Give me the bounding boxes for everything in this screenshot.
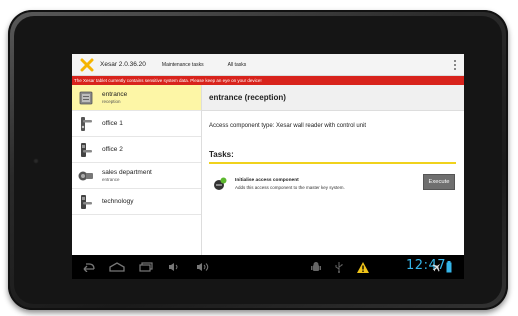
battery-icon: [446, 260, 452, 274]
component-type-text: Access component type: Xesar wall reader…: [209, 123, 367, 129]
item-label: sales department: [102, 169, 152, 176]
warning-icon: [356, 260, 370, 274]
app-title: Xesar 2.0.36.20: [100, 61, 146, 68]
item-label: technology: [102, 198, 134, 205]
system-navigation-bar: 12:47: [72, 255, 464, 279]
item-sublabel: reception: [102, 99, 121, 104]
task-title: Initialise access component: [235, 178, 299, 183]
item-label: office 1: [102, 120, 123, 127]
recent-apps-icon[interactable]: [138, 260, 154, 274]
task-description: Adds this access component to the master…: [235, 185, 345, 190]
tab-maintenance-tasks[interactable]: Maintenance tasks: [162, 62, 204, 68]
airplane-mode-icon: [432, 260, 442, 274]
execute-button[interactable]: Execute: [423, 174, 455, 190]
volume-down-icon[interactable]: [168, 260, 180, 274]
item-label: office 2: [102, 146, 123, 153]
security-warning-banner: The Xesar tablet currently contains sens…: [72, 76, 464, 85]
volume-up-icon[interactable]: [196, 260, 210, 274]
tab-all-tasks[interactable]: All tasks: [228, 62, 247, 68]
detail-title: entrance (reception): [202, 85, 464, 111]
cylinder-icon: [77, 167, 95, 185]
item-label: entrance: [102, 91, 128, 98]
door-fitting-icon: [77, 141, 95, 159]
list-item-technology[interactable]: technology: [72, 189, 201, 215]
back-icon[interactable]: [80, 260, 96, 274]
access-component-list: entrance reception office 1 office 2 sal…: [72, 85, 202, 255]
list-item-sales-department[interactable]: sales department entrance: [72, 163, 201, 189]
xesar-logo-icon: [80, 58, 94, 71]
task-row: Initialise access component Adds this ac…: [213, 174, 464, 194]
door-handle-icon: [77, 115, 95, 133]
tablet-screen: Xesar 2.0.36.20 Maintenance tasks All ta…: [72, 54, 464, 279]
list-item-office-2[interactable]: office 2: [72, 137, 201, 163]
front-camera: [33, 158, 39, 164]
tasks-divider: [209, 162, 456, 164]
item-sublabel: entrance: [102, 177, 120, 182]
initialise-task-icon: [214, 177, 227, 190]
usb-icon: [334, 260, 344, 274]
overflow-menu-icon[interactable]: [453, 60, 456, 70]
list-item-entrance[interactable]: entrance reception: [72, 85, 201, 111]
detail-panel: entrance (reception) Access component ty…: [202, 85, 464, 255]
home-icon[interactable]: [108, 260, 126, 274]
list-item-office-1[interactable]: office 1: [72, 111, 201, 137]
tasks-heading: Tasks:: [209, 150, 234, 159]
action-bar: Xesar 2.0.36.20 Maintenance tasks All ta…: [72, 54, 464, 76]
door-fitting-icon: [77, 193, 95, 211]
wall-reader-icon: [77, 89, 95, 107]
android-debug-icon: [310, 260, 322, 274]
